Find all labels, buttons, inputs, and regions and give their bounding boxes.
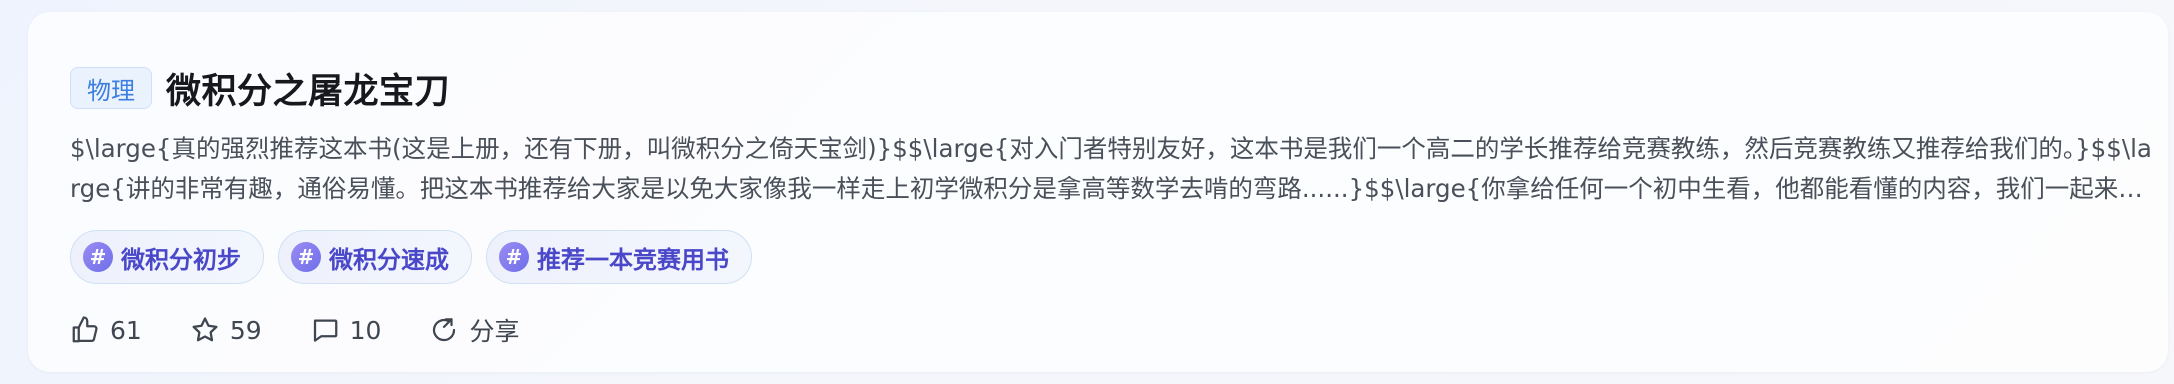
thumbs-up-icon	[72, 316, 98, 343]
tag-label: 微积分初步	[121, 245, 241, 274]
like-button[interactable]: 61	[70, 315, 142, 345]
tag-chip-1[interactable]: # 微积分初步	[70, 230, 264, 284]
category-badge[interactable]: 物理	[70, 67, 152, 109]
like-count: 61	[110, 315, 142, 345]
post-title[interactable]: 微积分之屠龙宝刀	[166, 63, 450, 114]
action-bar: 61 59 10 分享	[70, 312, 519, 348]
share-button[interactable]: 分享	[429, 312, 519, 348]
share-label: 分享	[469, 317, 520, 346]
tag-list: # 微积分初步 # 微积分速成 # 推荐一本竞赛用书	[70, 230, 752, 284]
hashtag-icon: #	[291, 242, 321, 272]
comment-button[interactable]: 10	[310, 315, 382, 345]
title-row: 物理 微积分之屠龙宝刀	[70, 64, 450, 112]
hashtag-icon: #	[83, 242, 113, 272]
favorite-count: 59	[229, 315, 262, 345]
tag-chip-3[interactable]: # 推荐一本竞赛用书	[486, 230, 752, 284]
comment-icon	[313, 319, 337, 342]
favorite-button[interactable]: 59	[190, 315, 262, 345]
post-excerpt[interactable]: $\large{真的强烈推荐这本书(这是上册，还有下册，叫微积分之倚天宝剑)}$…	[70, 129, 2160, 209]
tag-label: 推荐一本竞赛用书	[537, 245, 729, 274]
hashtag-icon: #	[499, 242, 529, 272]
share-icon	[433, 318, 456, 342]
tag-label: 微积分速成	[329, 245, 449, 274]
post-card[interactable]: 物理 微积分之屠龙宝刀 $\large{真的强烈推荐这本书(这是上册，还有下册，…	[28, 12, 2168, 372]
star-icon	[192, 317, 218, 342]
tag-chip-2[interactable]: # 微积分速成	[278, 230, 472, 284]
comment-count: 10	[349, 315, 382, 345]
